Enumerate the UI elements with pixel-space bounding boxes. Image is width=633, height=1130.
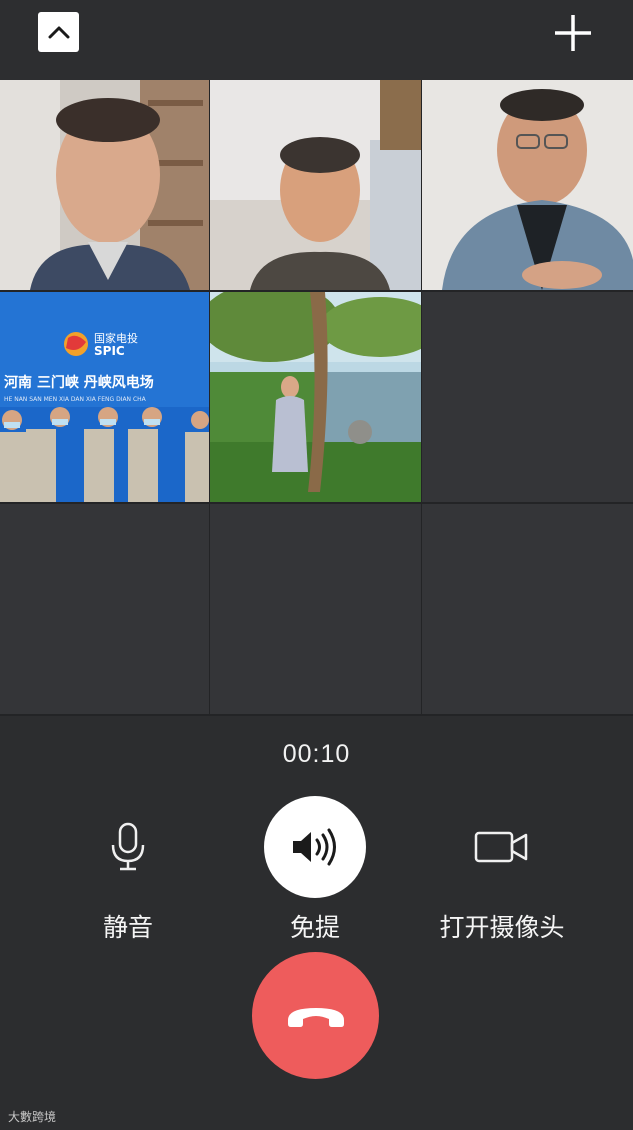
- empty-video-slot: [0, 504, 209, 714]
- banner-pinyin: HE NAN SAN MEN XIA DAN XIA FENG DIAN CHA: [4, 396, 147, 403]
- speaker-icon: [293, 828, 336, 866]
- plus-icon: [555, 15, 591, 51]
- call-timer: 00:10: [282, 740, 351, 768]
- banner-logo-cn: 国家电投: [94, 331, 138, 345]
- participant-video: [210, 292, 421, 502]
- speaker-button[interactable]: 免提: [235, 796, 395, 944]
- hang-up-button[interactable]: [252, 952, 379, 1079]
- collapse-button[interactable]: [38, 12, 79, 52]
- mute-button[interactable]: 静音: [48, 796, 208, 944]
- camera-label: 打开摄像头: [439, 914, 565, 942]
- call-controls: 00:10 静音 免提 打开摄像头 大數跨境: [0, 716, 633, 1130]
- video-camera-icon: [474, 831, 528, 863]
- empty-video-slot: [422, 292, 633, 502]
- top-bar: [0, 0, 633, 80]
- mute-label: 静音: [102, 914, 153, 942]
- watermark: 大數跨境: [8, 1110, 57, 1124]
- video-tile-participant-3[interactable]: [422, 80, 633, 290]
- hang-up-phone-icon: [287, 1007, 344, 1027]
- video-tile-participant-1[interactable]: [0, 80, 209, 290]
- video-grid: 国家电投 SPIC 河南 三门峡 丹峡风电场 HE NAN SAN MEN XI…: [0, 80, 633, 716]
- speaker-label: 免提: [289, 914, 340, 942]
- video-tile-participant-2[interactable]: [210, 80, 421, 290]
- microphone-icon: [111, 822, 145, 871]
- participant-video: [0, 80, 209, 290]
- video-tile-participant-5[interactable]: [210, 292, 421, 502]
- participant-video: [210, 80, 421, 290]
- add-participant-button[interactable]: [552, 12, 594, 54]
- chevron-up-icon: [48, 26, 69, 39]
- participant-video: [422, 80, 633, 290]
- video-tile-participant-4[interactable]: 国家电投 SPIC 河南 三门峡 丹峡风电场 HE NAN SAN MEN XI…: [0, 292, 209, 502]
- empty-video-slot: [210, 504, 421, 714]
- camera-button[interactable]: 打开摄像头: [402, 796, 602, 944]
- banner-title: 河南 三门峡 丹峡风电场: [4, 374, 154, 391]
- participant-video: 国家电投 SPIC 河南 三门峡 丹峡风电场 HE NAN SAN MEN XI…: [0, 292, 209, 502]
- banner-logo-en: SPIC: [94, 344, 125, 358]
- empty-video-slot: [422, 504, 633, 714]
